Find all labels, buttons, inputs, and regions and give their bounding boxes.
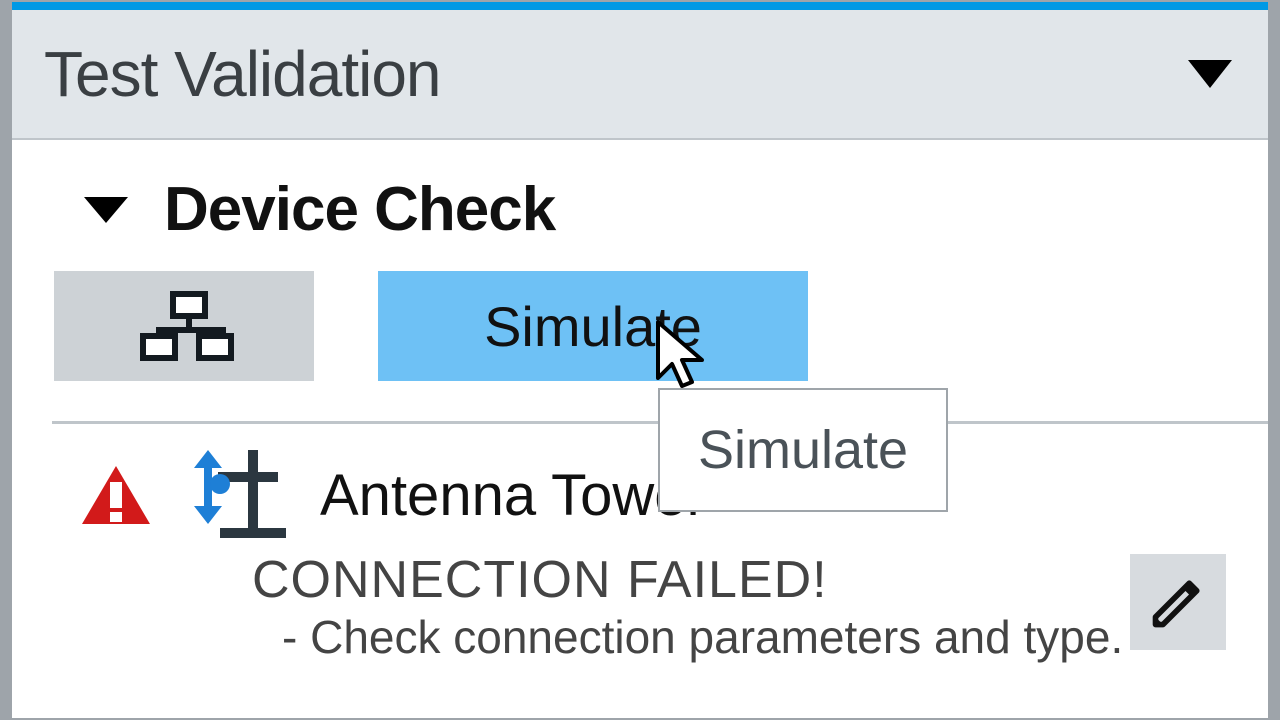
device-topology-icon — [134, 291, 234, 361]
device-row[interactable]: Antenna Tower — [52, 450, 1228, 540]
device-status-detail: - Check connection parameters and type. — [252, 610, 1228, 664]
device-check-toolbar: Simulate — [12, 271, 1268, 381]
antenna-tower-icon — [188, 450, 288, 540]
device-status-title: CONNECTION FAILED! — [252, 550, 1228, 610]
panel-title: Test Validation — [44, 37, 441, 111]
panel-header[interactable]: Test Validation — [12, 10, 1268, 140]
simulate-button[interactable]: Simulate — [378, 271, 808, 381]
simulate-tooltip: Simulate — [658, 388, 948, 512]
edit-button[interactable] — [1130, 554, 1226, 650]
panel-content: Device Check Simulate — [12, 140, 1268, 664]
section-title: Device Check — [164, 174, 555, 245]
window-accent-bar — [12, 2, 1268, 10]
section-header[interactable]: Device Check — [12, 174, 1268, 245]
device-name: Antenna Tower — [320, 462, 706, 529]
device-status-block: Antenna Tower CONNECTION FAILED! - Check… — [12, 424, 1268, 664]
device-topology-button[interactable] — [54, 271, 314, 381]
warning-icon — [82, 466, 150, 524]
tooltip-text: Simulate — [698, 419, 908, 481]
mouse-cursor-icon — [654, 318, 714, 398]
panel-menu-caret-icon[interactable] — [1188, 60, 1232, 88]
device-message: CONNECTION FAILED! - Check connection pa… — [52, 550, 1228, 664]
collapse-caret-icon[interactable] — [84, 197, 128, 223]
pencil-icon — [1148, 572, 1208, 632]
test-validation-panel: Test Validation Device Check Simul — [10, 0, 1270, 720]
